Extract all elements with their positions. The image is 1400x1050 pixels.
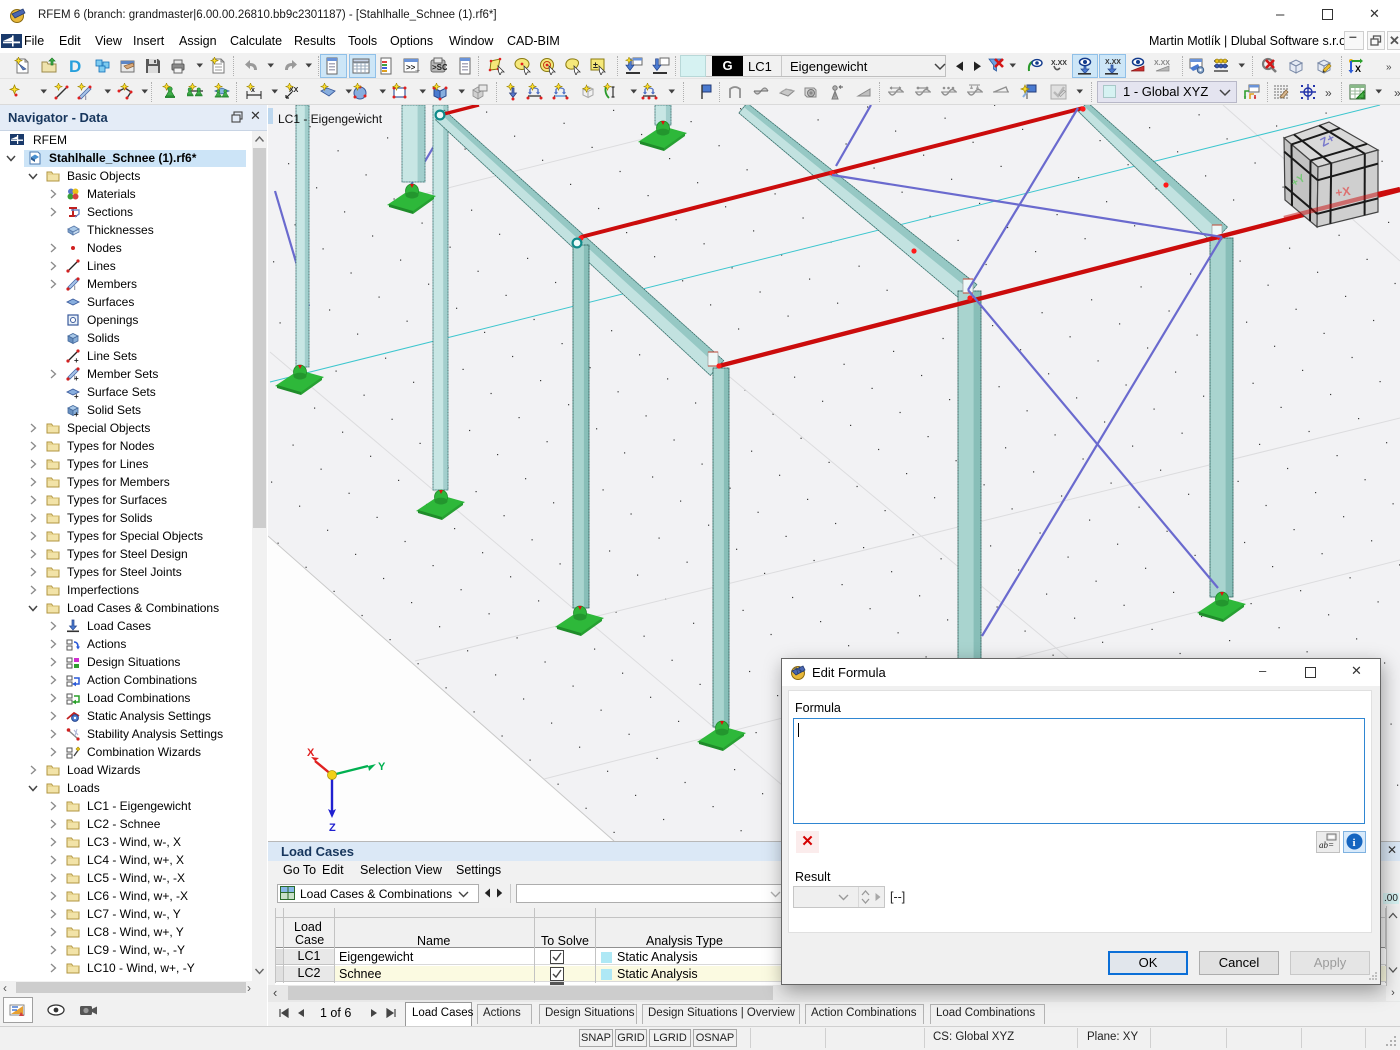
- svg-text:X.XX: X.XX: [1051, 60, 1067, 67]
- svg-text:X: X: [307, 747, 315, 759]
- svg-text:X: X: [1355, 64, 1361, 74]
- svg-text:i: i: [1353, 837, 1356, 849]
- svg-text:I: I: [85, 96, 87, 101]
- svg-text:I: I: [74, 286, 76, 291]
- svg-text:Z: Z: [329, 822, 336, 834]
- svg-text:>SC: >SC: [432, 63, 447, 72]
- svg-text:LC1 - Eigengewicht: LC1 - Eigengewicht: [278, 112, 383, 126]
- svg-text:+: +: [74, 356, 79, 363]
- svg-text:>>_: >>_: [406, 63, 420, 72]
- svg-text:»: »: [1386, 62, 1392, 73]
- svg-text:+: +: [74, 410, 79, 417]
- svg-text:+: +: [74, 392, 79, 399]
- svg-text:ab=: ab=: [1319, 840, 1334, 850]
- svg-text:X.XX: X.XX: [1154, 60, 1170, 67]
- svg-text:+X: +X: [1334, 184, 1351, 200]
- svg-text:D: D: [69, 57, 81, 75]
- svg-text:+: +: [74, 374, 79, 381]
- svg-text:Y: Y: [378, 761, 386, 773]
- svg-text:±: ±: [593, 60, 598, 70]
